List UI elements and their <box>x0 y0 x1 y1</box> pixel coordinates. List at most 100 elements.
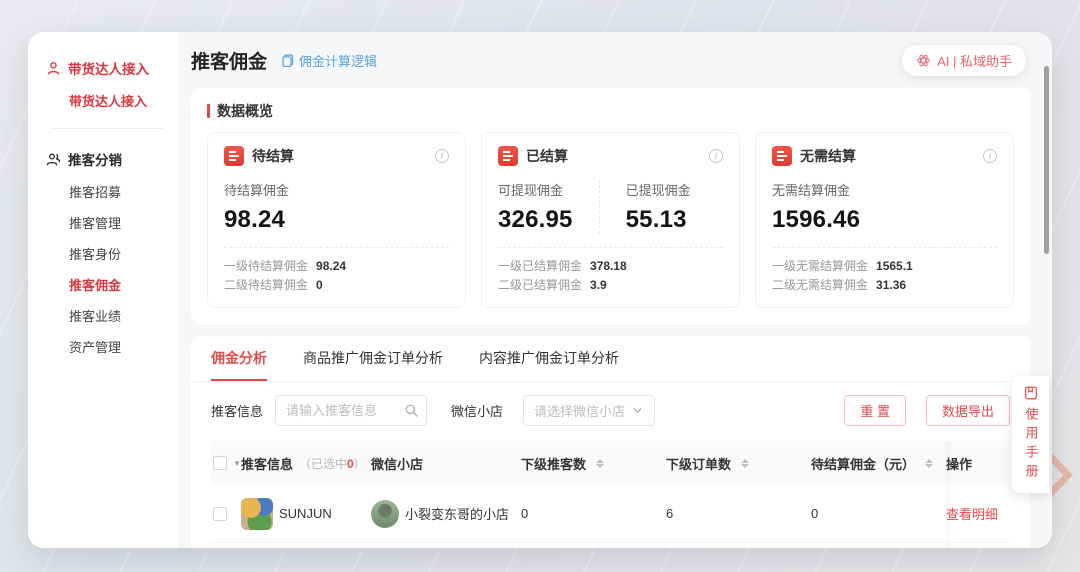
sidebar-item-recruit[interactable]: 推客招募 <box>69 185 178 201</box>
section-title-bar <box>207 104 210 118</box>
page-header: 推客佣金 佣金计算逻辑 AI | 私域助手 <box>178 32 1052 88</box>
view-detail-link[interactable]: 查看明细 <box>946 504 998 523</box>
sort-icon[interactable] <box>596 459 604 468</box>
breakdown-label: 二级无需结算佣金 <box>772 276 868 295</box>
table-header-row: ▼ 推客信息 （已选中0） 微信小店 下级推客数 下级订单数 待结算佣金（元） … <box>211 441 1010 485</box>
select-all-checkbox[interactable] <box>213 456 227 470</box>
stat-value: 1596.46 <box>772 206 860 234</box>
table-row: 一口特立独行 M 小裂变团队 0 0 0 查看明细 <box>211 543 1010 548</box>
card-divider <box>772 247 997 248</box>
sub-promoters-value: 0 <box>521 506 528 521</box>
sidebar-section-title: 带货达人接入 <box>68 58 149 78</box>
analysis-tabs: 佣金分析 商品推广佣金订单分析 内容推广佣金订单分析 <box>191 336 1030 382</box>
overview-section-title: 数据概览 <box>207 101 1014 121</box>
people-icon <box>46 152 61 167</box>
search-icon[interactable] <box>404 403 419 418</box>
sort-icon[interactable] <box>741 459 749 468</box>
promoter-table: ▼ 推客信息 （已选中0） 微信小店 下级推客数 下级订单数 待结算佣金（元） … <box>211 441 1010 548</box>
stat-label: 可提现佣金 <box>498 180 573 199</box>
col-sub-orders: 下级订单数 <box>666 454 731 473</box>
info-icon[interactable]: i <box>983 149 997 163</box>
select-dropdown-caret[interactable]: ▼ <box>233 459 241 468</box>
sidebar-section-title: 推客分销 <box>68 149 122 169</box>
ai-assistant-button[interactable]: AI | 私域助手 <box>902 45 1026 76</box>
breakdown-label: 二级已结算佣金 <box>498 276 582 295</box>
card-divider <box>498 247 723 248</box>
promoter-filter-label: 推客信息 <box>211 401 263 420</box>
settlement-doc-icon <box>224 146 244 166</box>
chevron-down-icon <box>631 404 644 417</box>
sidebar: 带货达人接入 带货达人接入 推客分销 推客招募 推客管理 推客身份 推客佣金 推… <box>28 32 178 548</box>
card-pending-settlement: 待结算 i 待结算佣金 98.24 一级待结算佣金98.24 二级待结算佣金0 <box>207 132 466 308</box>
user-manual-tab[interactable]: 使用手册 <box>1012 376 1049 493</box>
col-promoter: 推客信息 <box>241 454 293 473</box>
col-shop: 微信小店 <box>371 454 423 473</box>
stat-label: 待结算佣金 <box>224 180 289 199</box>
sidebar-section-promoter[interactable]: 推客分销 <box>46 149 178 169</box>
row-checkbox[interactable] <box>213 507 227 521</box>
sidebar-section-live-seller[interactable]: 带货达人接入 <box>46 58 178 78</box>
col-action: 操作 <box>946 454 972 473</box>
shop-name: 小裂变东哥的小店 <box>405 504 509 523</box>
breakdown-value: 1565.1 <box>876 257 913 276</box>
card-no-settlement: 无需结算 i 无需结算佣金 1596.46 一级无需结算佣金1565.1 二级无… <box>755 132 1014 308</box>
col-pending-commission: 待结算佣金（元） <box>811 454 915 473</box>
info-icon[interactable]: i <box>435 149 449 163</box>
shop-select[interactable]: 请选择微信小店 <box>523 395 655 426</box>
export-button[interactable]: 数据导出 <box>926 395 1010 426</box>
table-body: SUNJUN 小裂变东哥的小店 0 6 0 查看明细 <box>211 485 1010 548</box>
selected-note: （已选中0） <box>299 455 366 472</box>
stat-value: 326.95 <box>498 206 573 234</box>
card-title: 已结算 <box>526 146 568 166</box>
shop-select-placeholder: 请选择微信小店 <box>534 401 625 420</box>
promoter-avatar <box>241 498 273 530</box>
commission-logic-label: 佣金计算逻辑 <box>299 51 377 70</box>
promoter-search-wrap <box>275 395 427 426</box>
vertical-scrollbar[interactable] <box>1044 66 1049 254</box>
sidebar-item-live-seller-access[interactable]: 带货达人接入 <box>69 94 178 110</box>
table-row: SUNJUN 小裂变东哥的小店 0 6 0 查看明细 <box>211 485 1010 543</box>
pending-commission-value: 0 <box>811 506 818 521</box>
col-sub-promoters: 下级推客数 <box>521 454 586 473</box>
sub-orders-value: 6 <box>666 506 673 521</box>
reset-button[interactable]: 重 置 <box>844 395 906 426</box>
app-window: 带货达人接入 带货达人接入 推客分销 推客招募 推客管理 推客身份 推客佣金 推… <box>28 32 1052 548</box>
main-area: 推客佣金 佣金计算逻辑 AI | 私域助手 数据概 <box>178 32 1052 548</box>
commission-analysis-panel: 佣金分析 商品推广佣金订单分析 内容推广佣金订单分析 推客信息 微信小店 请选择… <box>191 336 1030 548</box>
sidebar-item-assets[interactable]: 资产管理 <box>69 340 178 356</box>
book-icon <box>1023 385 1039 401</box>
sidebar-item-performance[interactable]: 推客业绩 <box>69 309 178 325</box>
sidebar-divider <box>50 128 164 129</box>
selected-count: 0 <box>347 457 354 471</box>
ai-icon <box>916 53 931 68</box>
filter-bar: 推客信息 微信小店 请选择微信小店 重 置 数据导出 <box>191 382 1030 438</box>
tab-commission-analysis[interactable]: 佣金分析 <box>211 336 267 381</box>
breakdown-label: 一级待结算佣金 <box>224 257 308 276</box>
sort-icon[interactable] <box>925 459 933 468</box>
page-title: 推客佣金 <box>191 47 267 74</box>
card-title: 无需结算 <box>800 146 856 166</box>
commission-logic-link[interactable]: 佣金计算逻辑 <box>281 51 377 70</box>
card-settled: 已结算 i 可提现佣金 326.95 已提现佣金 55.13 <box>481 132 740 308</box>
breakdown-value: 31.36 <box>876 276 906 295</box>
sidebar-item-manage[interactable]: 推客管理 <box>69 216 178 232</box>
breakdown-value: 378.18 <box>590 257 627 276</box>
card-title: 待结算 <box>252 146 294 166</box>
info-icon[interactable]: i <box>709 149 723 163</box>
overview-title-text: 数据概览 <box>217 101 273 121</box>
settlement-doc-icon <box>772 146 792 166</box>
breakdown-value: 3.9 <box>590 276 607 295</box>
breakdown-label: 一级无需结算佣金 <box>772 257 868 276</box>
overview-cards: 待结算 i 待结算佣金 98.24 一级待结算佣金98.24 二级待结算佣金0 <box>207 132 1014 308</box>
breakdown-label: 二级待结算佣金 <box>224 276 308 295</box>
promoter-name: SUNJUN <box>279 506 332 521</box>
sidebar-item-identity[interactable]: 推客身份 <box>69 247 178 263</box>
stat-value: 98.24 <box>224 206 289 234</box>
document-icon <box>281 53 295 67</box>
tab-content-order-analysis[interactable]: 内容推广佣金订单分析 <box>479 336 619 381</box>
sidebar-item-commission[interactable]: 推客佣金 <box>69 278 178 294</box>
settlement-doc-icon <box>498 146 518 166</box>
breakdown-value: 0 <box>316 276 323 295</box>
tab-product-order-analysis[interactable]: 商品推广佣金订单分析 <box>303 336 443 381</box>
stat-label: 已提现佣金 <box>626 180 691 199</box>
